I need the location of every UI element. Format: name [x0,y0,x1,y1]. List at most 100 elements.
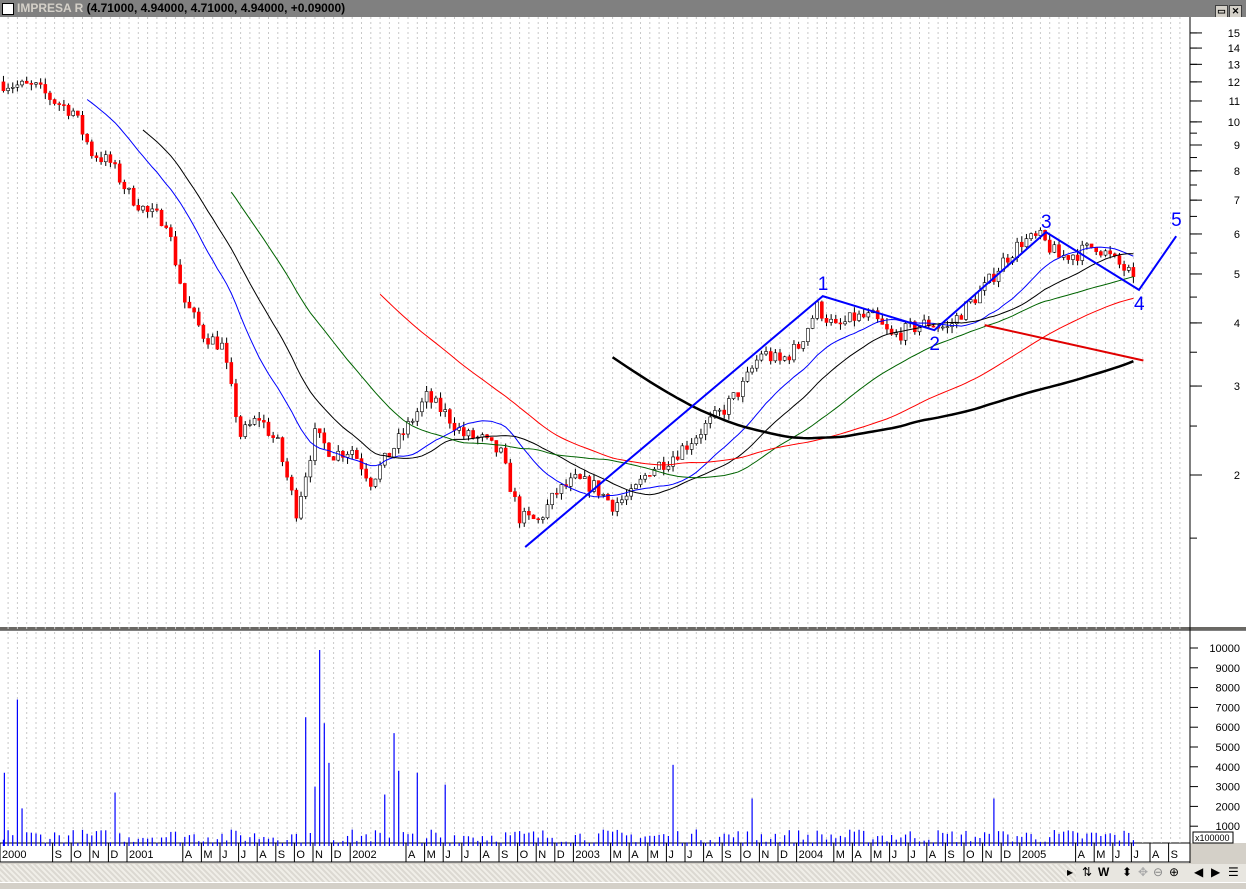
candle-body [392,448,396,458]
candle-body [382,452,387,466]
zoom-in-icon[interactable]: ⊕ [1169,865,1179,879]
candle-body [94,155,99,158]
price-volume-chart[interactable]: 2345678910111213141510002000300040005000… [0,17,1246,864]
candle-body [183,283,187,303]
candle-body [238,416,243,437]
candle-body [973,299,978,304]
candle-body [461,427,466,437]
candle-body [773,352,778,362]
candle-body [317,428,322,434]
candle-body [1126,267,1131,271]
candle-body [517,496,522,524]
properties-icon[interactable]: ☰ [1228,865,1239,879]
candle-body [550,492,554,505]
candle-body [117,163,122,183]
candle-body [20,80,24,86]
candle-body [1052,244,1057,253]
candle [815,300,820,321]
x-tick-label: O [296,849,305,861]
x-tick-label: S [278,849,285,861]
candle-body [489,437,494,441]
y-tick-label: 2000 [1216,801,1240,813]
candle-body [155,208,159,211]
candle-body [34,82,38,85]
x-tick-label: A [1078,849,1086,861]
candle-body [940,326,945,329]
zoom-out-icon[interactable]: ⊖ [1153,865,1163,879]
candle-body [903,323,908,341]
window-icon [2,2,14,15]
candle-body [894,332,899,335]
y-tick-label: 4000 [1216,762,1240,774]
vertical-resize-icon[interactable]: ⬍ [1122,865,1132,879]
scroll-left-icon[interactable]: ◀ [1194,865,1203,879]
candle-body [861,313,866,318]
candle-body [322,432,327,444]
candle-body [559,484,564,494]
x-tick-label: A [259,849,267,861]
candle-body [568,477,573,487]
candle-body [38,82,43,85]
x-tick-label: A [854,849,862,861]
candle-body [494,440,499,453]
candle [489,437,494,442]
candle-body [29,83,34,85]
y-tick-label: 1000 [1216,821,1240,833]
scroll-right-arrow-icon[interactable]: ▸ [1067,865,1073,879]
candle-body [62,104,66,106]
weekly-icon[interactable]: W [1098,865,1109,879]
candle-body [1066,255,1071,260]
candle [117,160,122,185]
x-tick-label: N [538,849,546,861]
scroll-track[interactable] [0,864,1076,882]
scroll-right-icon[interactable]: ▶ [1211,865,1220,879]
candle-body [685,445,689,450]
candle-body [601,494,606,496]
candle-body [66,104,71,116]
candle-body [471,430,475,439]
candle-body [545,504,550,519]
candle [294,488,299,522]
candle-body [373,478,378,487]
x-tick-label: D [110,849,118,861]
candle-body [847,312,852,323]
refresh-icon[interactable]: ⇅ [1082,865,1092,879]
candle [531,514,536,520]
candle-body [899,332,903,341]
volume-panel [0,630,1190,843]
candle-body [838,322,843,325]
candle [90,139,94,159]
horizontal-scrollbar[interactable]: ▸ ⇅ W ⬍ ✥ ⊖ ⊕ ◀ ▶ ☰ [0,864,1246,882]
y-tick-label: 3000 [1216,782,1240,794]
candle [657,461,661,470]
x-tick-label: S [1171,849,1178,861]
candle-body [703,423,708,435]
candle-body [699,434,703,439]
candle-body [810,317,815,329]
candle [508,459,513,492]
x-tick-label: M [650,849,659,861]
wave-label: 5 [1171,210,1182,231]
candle-body [708,416,713,424]
wave-label: 3 [1041,212,1052,233]
candle-body [731,392,736,399]
candle-body [499,447,503,453]
candle-body [675,456,680,460]
crosshair-icon[interactable]: ✥ [1138,865,1148,879]
candle-body [527,511,531,516]
x-tick-label: O [520,849,529,861]
candle-body [122,181,127,190]
candle-body [224,342,229,363]
x-tick-label: M [427,849,436,861]
candle-body [578,474,582,479]
candle-body [596,480,601,496]
candle-body [503,447,508,464]
candle-body [285,461,289,478]
candle-body [764,351,768,355]
y-tick-label: 12 [1228,77,1240,89]
candle [131,185,136,207]
candle-body [220,342,224,350]
candle-body [48,92,52,100]
candle [238,415,243,440]
x-tick-label: J [1133,849,1139,861]
